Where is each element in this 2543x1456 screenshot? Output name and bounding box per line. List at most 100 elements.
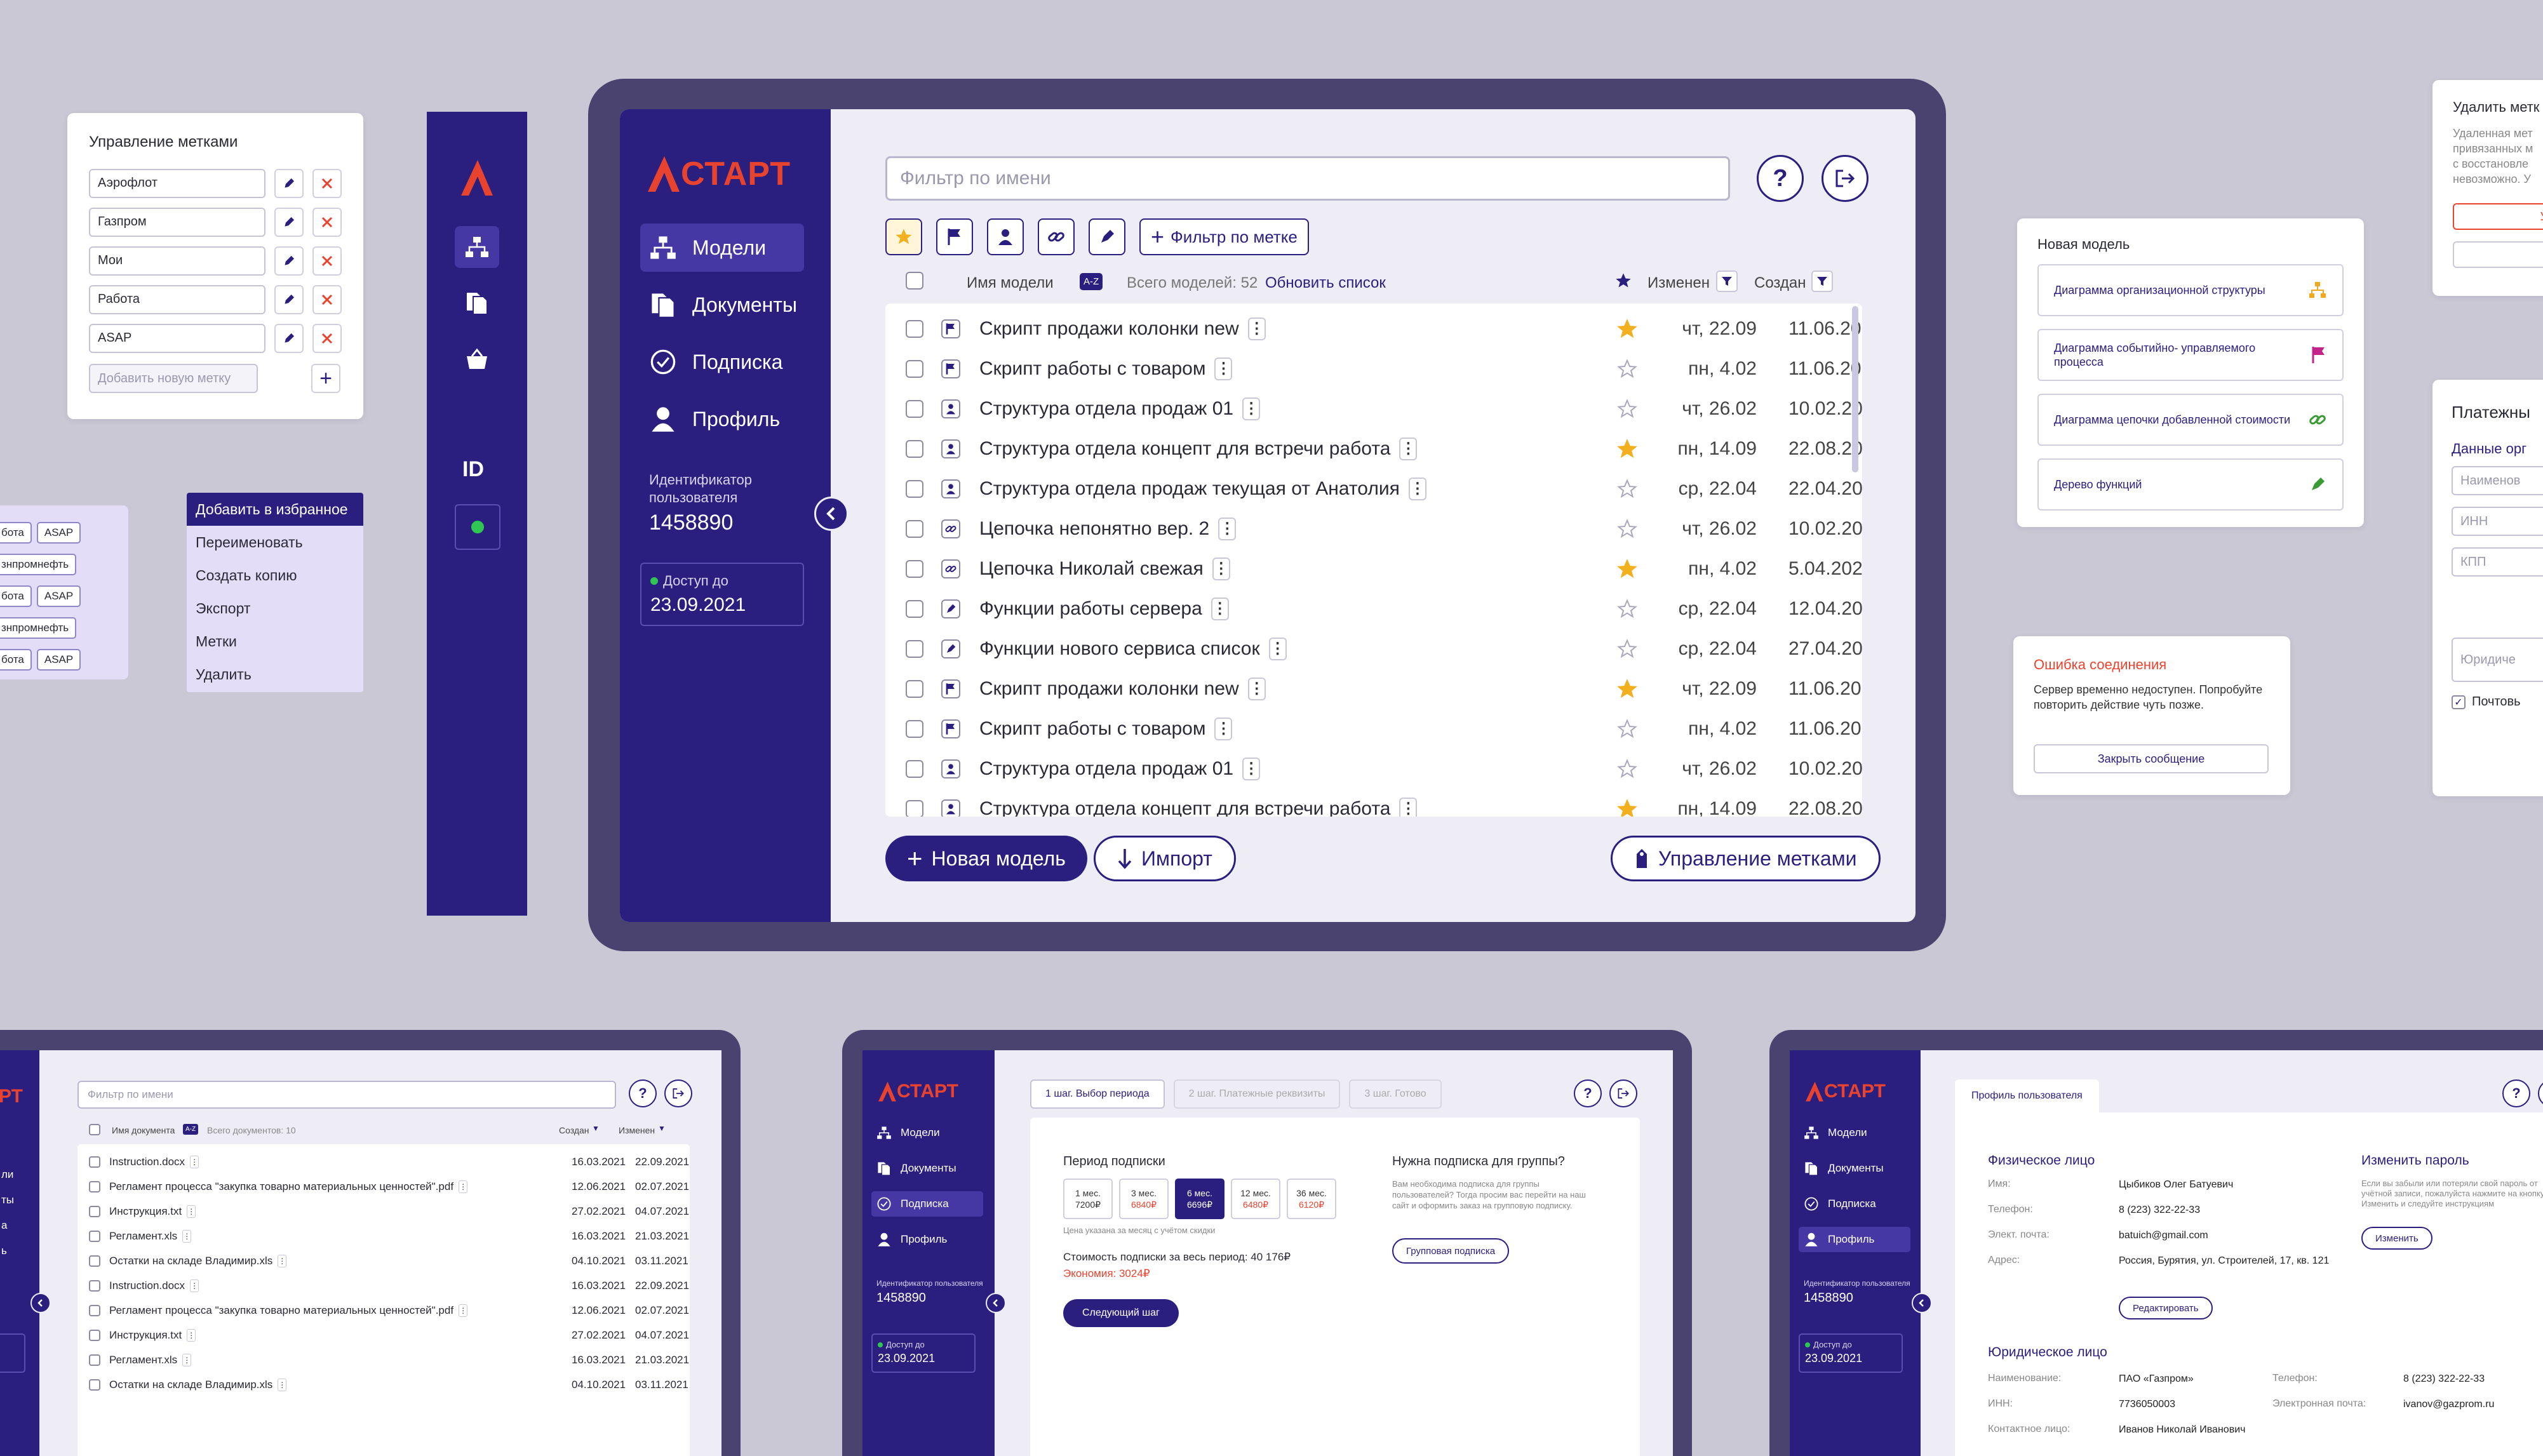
- change-password-button[interactable]: Изменить: [2361, 1227, 2432, 1250]
- sub-collapse-button[interactable]: [986, 1293, 1006, 1313]
- nav-item-models[interactable]: Модели: [871, 1120, 983, 1145]
- nav-item-models[interactable]: Модели: [1799, 1120, 1910, 1145]
- document-name[interactable]: Регламент.xls: [109, 1354, 177, 1366]
- document-name[interactable]: Остатки на складе Владимир.xls: [109, 1379, 272, 1391]
- tag-name-field[interactable]: Аэрофлот: [89, 168, 265, 198]
- favorite-toggle[interactable]: [1617, 798, 1637, 817]
- table-row[interactable]: Instruction.docx ⋮ 16.03.2021 22.09.2021: [89, 1149, 689, 1174]
- model-name[interactable]: Скрипт продажи колонки new: [979, 678, 1239, 700]
- docs-search-input[interactable]: Фильтр по имени: [77, 1081, 616, 1109]
- row-menu-button[interactable]: ⋮: [1218, 517, 1237, 540]
- manage-tags-button[interactable]: Управление метками: [1611, 836, 1881, 881]
- model-name[interactable]: Скрипт работы с товаром: [979, 358, 1205, 380]
- row-checkbox[interactable]: [906, 639, 923, 658]
- refresh-list-link[interactable]: Обновить список: [1265, 274, 1386, 292]
- nav-models-icon-button[interactable]: [455, 226, 499, 268]
- row-menu-button[interactable]: ⋮: [1214, 357, 1233, 380]
- kpp-field[interactable]: КПП: [2452, 547, 2543, 577]
- add-tag-button[interactable]: +: [311, 364, 340, 393]
- tag-chip[interactable]: бота: [0, 649, 32, 671]
- row-checkbox[interactable]: [906, 319, 923, 338]
- model-name[interactable]: Структура отдела продаж 01: [979, 758, 1233, 780]
- favorite-toggle[interactable]: [1617, 518, 1637, 539]
- table-row[interactable]: Скрипт продажи колонки new ⋮ чт, 22.09 11.0…: [906, 669, 1862, 709]
- context-menu-item[interactable]: Экспорт: [187, 592, 363, 625]
- table-row[interactable]: Остатки на складе Владимир.xls ⋮ 04.10.202…: [89, 1248, 688, 1273]
- logout-button[interactable]: [1822, 155, 1869, 202]
- table-row[interactable]: Структура отдела концепт для встречи раб…: [906, 789, 1862, 817]
- row-menu-button[interactable]: ⋮: [1211, 597, 1229, 620]
- docs-col-modified[interactable]: Изменен: [619, 1125, 655, 1135]
- tag-name-field[interactable]: Газпром: [89, 207, 265, 237]
- model-name[interactable]: Структура отдела концепт для встречи раб…: [979, 438, 1390, 460]
- edit-tag-button[interactable]: [274, 168, 304, 198]
- delete-tag-button[interactable]: [312, 168, 342, 198]
- postal-checkbox[interactable]: ✓: [2452, 695, 2466, 709]
- row-menu-button[interactable]: ⋮: [1247, 317, 1266, 340]
- delete-cancel-button[interactable]: [2453, 241, 2543, 268]
- next-step-button[interactable]: Следующий шаг: [1063, 1299, 1179, 1327]
- row-checkbox[interactable]: [89, 1255, 100, 1267]
- row-menu-button[interactable]: ⋮: [187, 1205, 196, 1218]
- favorite-toggle[interactable]: [1617, 398, 1637, 419]
- nav-item-profile[interactable]: Профиль: [1799, 1227, 1910, 1252]
- select-all-checkbox[interactable]: [906, 272, 923, 290]
- docs-logout-button[interactable]: [664, 1079, 692, 1107]
- filter-created-button[interactable]: [1811, 270, 1833, 292]
- favorite-toggle[interactable]: [1617, 758, 1637, 779]
- model-type-option[interactable]: Дерево функций: [2037, 458, 2344, 511]
- period-option[interactable]: 1 мес. 7200₽: [1063, 1179, 1113, 1219]
- logo[interactable]: СТАРТ: [647, 155, 791, 193]
- nav-item-profile[interactable]: Профиль: [871, 1227, 983, 1252]
- model-name[interactable]: Структура отдела продаж 01: [979, 398, 1233, 420]
- scrollbar-thumb[interactable]: [1852, 306, 1858, 472]
- period-option[interactable]: 12 мес. 6480₽: [1231, 1179, 1280, 1219]
- model-type-option[interactable]: Диаграмма цепочки добавленной стоимости: [2037, 394, 2344, 446]
- delete-tag-button[interactable]: [312, 284, 342, 314]
- favorite-toggle[interactable]: [1617, 678, 1637, 699]
- sub-logout-button[interactable]: [1609, 1079, 1637, 1107]
- table-row[interactable]: Инструкция.txt ⋮ 27.02.2021 04.07.2021: [89, 1323, 689, 1347]
- model-name[interactable]: Функции нового сервиса список: [979, 638, 1260, 660]
- table-row[interactable]: Цепочка непонятно вер. 2 ⋮ чт, 26.02 10.02.…: [906, 509, 1862, 549]
- tag-name-field[interactable]: ASAP: [89, 323, 265, 353]
- profile-logout-button[interactable]: [2538, 1079, 2543, 1107]
- table-row[interactable]: Instruction.docx ⋮ 16.03.2021 22.09.2021: [89, 1273, 689, 1298]
- context-menu-item[interactable]: Удалить: [187, 658, 363, 691]
- row-checkbox[interactable]: [89, 1354, 100, 1366]
- model-type-option[interactable]: Диаграмма событийно- управляемого процес…: [2037, 329, 2344, 381]
- row-checkbox[interactable]: [906, 559, 923, 578]
- table-row[interactable]: Остатки на складе Владимир.xls ⋮ 04.10.202…: [89, 1372, 688, 1397]
- step-3-tab[interactable]: 3 шаг. Готово: [1349, 1079, 1442, 1109]
- row-menu-button[interactable]: ⋮: [182, 1353, 192, 1366]
- table-row[interactable]: Структура отдела продаж 01 ⋮ чт, 26.02 10.0…: [906, 749, 1862, 789]
- row-checkbox[interactable]: [89, 1230, 100, 1242]
- document-name[interactable]: Регламент процесса "закупка товарно мате…: [109, 1304, 453, 1317]
- edit-tag-button[interactable]: [274, 323, 304, 353]
- period-option[interactable]: 3 мес. 6840₽: [1119, 1179, 1169, 1219]
- row-checkbox[interactable]: [89, 1329, 100, 1341]
- delete-confirm-button[interactable]: Уд: [2453, 203, 2543, 230]
- tag-name-field[interactable]: Мои: [89, 246, 265, 276]
- table-row[interactable]: Регламент.xls ⋮ 16.03.2021 21.03.2021: [89, 1347, 689, 1372]
- row-menu-button[interactable]: ⋮: [1214, 717, 1233, 740]
- nav-item-subscription[interactable]: Подписка: [1799, 1191, 1910, 1217]
- document-name[interactable]: Регламент процесса "закупка товарно мате…: [109, 1180, 453, 1193]
- nav-item-documents[interactable]: Документы: [1799, 1156, 1910, 1181]
- docs-sort-badge[interactable]: A-Z: [183, 1124, 199, 1135]
- table-row[interactable]: Регламент процесса "закупка товарно мате…: [89, 1174, 689, 1199]
- model-name[interactable]: Скрипт продажи колонки new: [979, 318, 1239, 340]
- col-created-header[interactable]: Создан: [1754, 274, 1806, 292]
- docs-filter-modified-button[interactable]: ▼: [658, 1124, 666, 1133]
- profile-logo[interactable]: СТАРТ: [1805, 1081, 1886, 1102]
- row-checkbox[interactable]: [89, 1379, 100, 1391]
- table-row[interactable]: Структура отдела концепт для встречи раб…: [906, 429, 1862, 469]
- row-checkbox[interactable]: [906, 479, 923, 498]
- document-name[interactable]: Остатки на складе Владимир.xls: [109, 1255, 272, 1267]
- filter-flag-button[interactable]: [936, 218, 973, 255]
- table-row[interactable]: Регламент процесса "закупка товарно мате…: [89, 1298, 689, 1323]
- row-checkbox[interactable]: [906, 719, 923, 738]
- document-name[interactable]: Инструкция.txt: [109, 1329, 182, 1342]
- edit-tag-button[interactable]: [274, 284, 304, 314]
- row-checkbox[interactable]: [906, 359, 923, 378]
